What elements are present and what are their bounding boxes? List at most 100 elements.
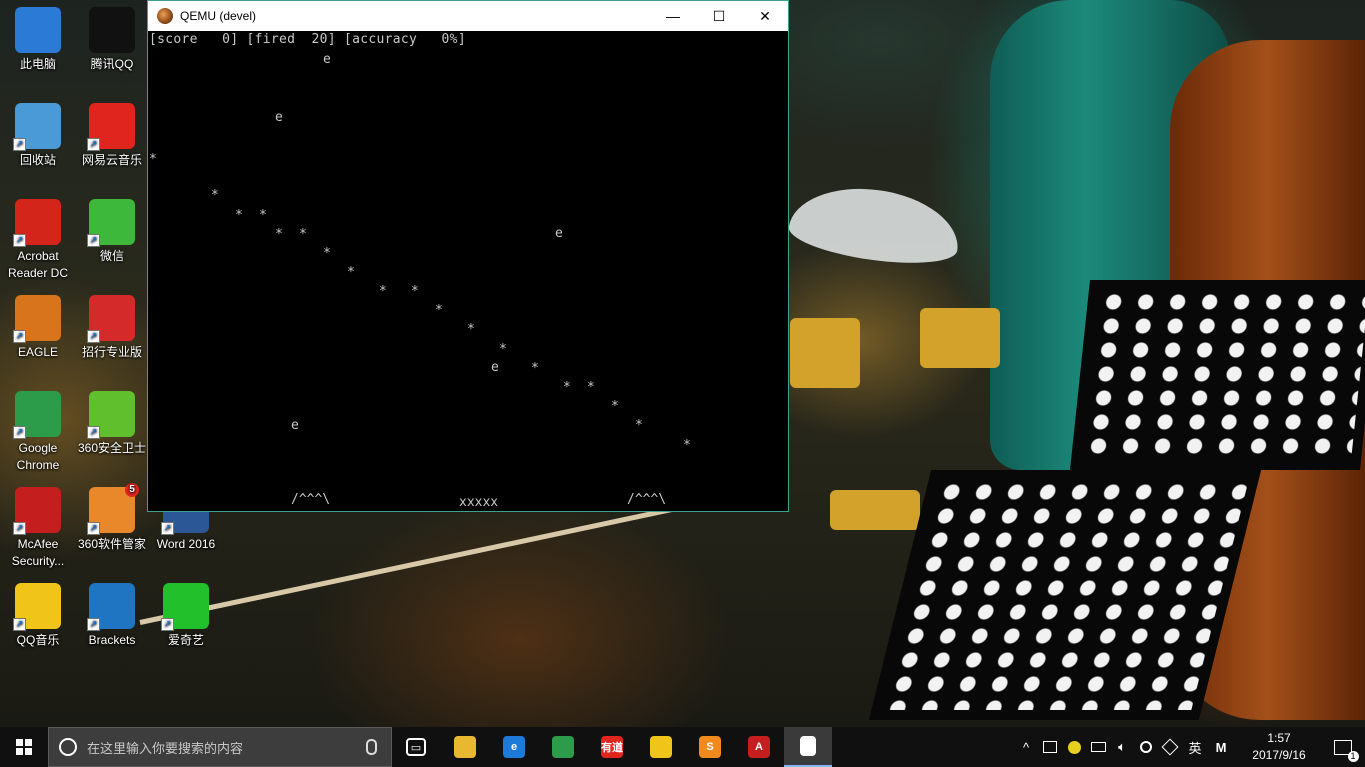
desktop-icon-label: 腾讯QQ bbox=[90, 57, 134, 71]
taskbar-app-button[interactable]: A bbox=[735, 727, 783, 767]
desktop-icon[interactable]: ↗ EAGLE bbox=[0, 295, 76, 361]
bullet: * bbox=[275, 227, 283, 242]
computer-icon bbox=[15, 7, 61, 53]
qqbrowser-icon bbox=[650, 736, 672, 758]
desktop-icon-label: QQ音乐 bbox=[16, 633, 60, 647]
desktop-icon-label: 网易云音乐 bbox=[81, 153, 142, 167]
enemy-invader: e bbox=[275, 110, 283, 125]
taskbar-app-button[interactable]: S bbox=[686, 727, 734, 767]
badge-count: 5 bbox=[125, 483, 139, 497]
wechat-icon: ↗ bbox=[87, 199, 135, 247]
shortcut-arrow-icon: ↗ bbox=[87, 426, 100, 439]
desktop-icon-label: 回收站 bbox=[19, 153, 56, 167]
shortcut-arrow-icon: ↗ bbox=[13, 234, 26, 247]
tray-app-icon[interactable] bbox=[1040, 727, 1060, 767]
desktop-icon[interactable]: ↗ Acrobat Reader DC bbox=[0, 199, 76, 282]
desktop-icon-label: 微信 bbox=[99, 249, 124, 263]
title-bar[interactable]: QEMU (devel) — ☐ ✕ bbox=[148, 1, 788, 31]
bullet: * bbox=[587, 380, 595, 395]
desktop-icon[interactable]: 此电脑 bbox=[0, 7, 76, 73]
shortcut-arrow-icon: ↗ bbox=[87, 618, 100, 631]
taskbar-app-button[interactable]: e bbox=[490, 727, 538, 767]
emulator-screen[interactable]: [score 0] [fired 20] [accuracy 0%] e e e e e… bbox=[148, 31, 788, 511]
wallpaper-music-stand bbox=[1070, 280, 1365, 470]
taskbar-app-button[interactable] bbox=[784, 727, 832, 767]
taskbar-app-button[interactable]: ▭ bbox=[392, 727, 440, 767]
bullet: * bbox=[435, 303, 443, 318]
clock-time: 1:57 bbox=[1267, 731, 1291, 745]
microphone-icon[interactable] bbox=[366, 739, 377, 755]
desktop-icon[interactable]: ↗ QQ音乐 bbox=[0, 583, 76, 649]
minimize-button[interactable]: — bbox=[650, 1, 696, 31]
desktop-icon-label: 360安全卫士 bbox=[77, 441, 147, 455]
maximize-button[interactable]: ☐ bbox=[696, 1, 742, 31]
network-icon[interactable] bbox=[1136, 727, 1156, 767]
shortcut-arrow-icon: ↗ bbox=[87, 138, 100, 151]
battery-icon[interactable] bbox=[1088, 727, 1108, 767]
acrobat-icon: ↗ bbox=[13, 199, 61, 247]
close-button[interactable]: ✕ bbox=[742, 1, 788, 31]
shortcut-arrow-icon: ↗ bbox=[87, 522, 100, 535]
taskbar: 在这里输入你要搜索的内容 ▭ e 有道 S A ^ 🔈︎ 英 M 1:57 2017/9… bbox=[0, 727, 1365, 767]
desktop-icon[interactable]: ↗ 5 360软件管家 bbox=[74, 483, 150, 553]
shortcut-arrow-icon: ↗ bbox=[13, 426, 26, 439]
enemy-invader: e bbox=[323, 52, 331, 67]
taskbar-search-box[interactable]: 在这里输入你要搜索的内容 bbox=[48, 727, 392, 767]
bullet: * bbox=[499, 342, 507, 357]
wallpaper-chair bbox=[790, 318, 860, 388]
acrobat-icon: A bbox=[748, 736, 770, 758]
bullet: * bbox=[347, 265, 355, 280]
edge-icon: e bbox=[503, 736, 525, 758]
input-language-indicator[interactable]: 英 bbox=[1184, 727, 1206, 767]
desktop-icon-label: Google Chrome bbox=[16, 441, 60, 472]
bullet: * bbox=[323, 246, 331, 261]
taskbar-clock[interactable]: 1:57 2017/9/16 bbox=[1240, 730, 1318, 764]
bullet: * bbox=[563, 380, 571, 395]
bunker: /^^^\ bbox=[627, 492, 667, 507]
bullet: * bbox=[211, 188, 219, 203]
volume-icon[interactable]: 🔈︎ bbox=[1112, 727, 1132, 767]
chrome-icon bbox=[552, 736, 574, 758]
shortcut-arrow-icon: ↗ bbox=[161, 618, 174, 631]
shortcut-arrow-icon: ↗ bbox=[87, 330, 100, 343]
taskbar-app-button[interactable] bbox=[441, 727, 489, 767]
desktop-icon[interactable]: ↗ 回收站 bbox=[0, 103, 76, 169]
enemy-invader: e bbox=[555, 226, 563, 241]
taskbar-app-button[interactable]: 有道 bbox=[588, 727, 636, 767]
start-button[interactable] bbox=[0, 727, 48, 767]
qq-music-icon: ↗ bbox=[13, 583, 61, 631]
desktop-icon[interactable]: ↗ Brackets bbox=[74, 583, 150, 649]
file-explorer-icon bbox=[454, 736, 476, 758]
desktop-icon[interactable]: ↗ 招行专业版 bbox=[74, 295, 150, 361]
desktop-icon-label: Word 2016 bbox=[156, 537, 216, 551]
desktop-icon[interactable]: ↗ McAfee Security... bbox=[0, 487, 76, 570]
eagle-icon: ↗ bbox=[13, 295, 61, 343]
tray-360-icon[interactable] bbox=[1064, 727, 1084, 767]
desktop-icon[interactable]: ↗ 360安全卫士 bbox=[74, 391, 150, 457]
desktop-icon[interactable]: ↗ Google Chrome bbox=[0, 391, 76, 474]
bullet: * bbox=[149, 152, 157, 167]
bullet: * bbox=[299, 227, 307, 242]
iqiyi-icon: ↗ bbox=[161, 583, 209, 631]
bullet: * bbox=[611, 399, 619, 414]
qemu-window[interactable]: QEMU (devel) — ☐ ✕ [score 0] [fired 20] … bbox=[147, 0, 789, 512]
wallpaper-music-stand bbox=[868, 470, 1262, 720]
pen-workspace-icon[interactable] bbox=[1160, 727, 1180, 767]
desktop-icon[interactable]: ↗ 爱奇艺 bbox=[148, 583, 224, 649]
taskbar-app-button[interactable] bbox=[637, 727, 685, 767]
desktop-icon-label: 此电脑 bbox=[19, 57, 56, 71]
desktop-icon[interactable]: 腾讯QQ bbox=[74, 7, 150, 73]
bullet: * bbox=[235, 208, 243, 223]
taskbar-app-button[interactable] bbox=[539, 727, 587, 767]
desktop-icon[interactable]: ↗ 微信 bbox=[74, 199, 150, 265]
action-center-button[interactable]: 1 bbox=[1320, 727, 1365, 767]
wallpaper-chair bbox=[830, 490, 920, 530]
ime-mode-indicator[interactable]: M bbox=[1210, 727, 1232, 767]
notification-count: 1 bbox=[1347, 750, 1359, 762]
search-placeholder: 在这里输入你要搜索的内容 bbox=[87, 740, 244, 756]
desktop-icon[interactable]: ↗ 网易云音乐 bbox=[74, 103, 150, 169]
mcafee-icon: ↗ bbox=[13, 487, 61, 535]
youdao-icon: 有道 bbox=[601, 736, 623, 758]
show-hidden-icons-button[interactable]: ^ bbox=[1016, 727, 1036, 767]
shortcut-arrow-icon: ↗ bbox=[13, 138, 26, 151]
